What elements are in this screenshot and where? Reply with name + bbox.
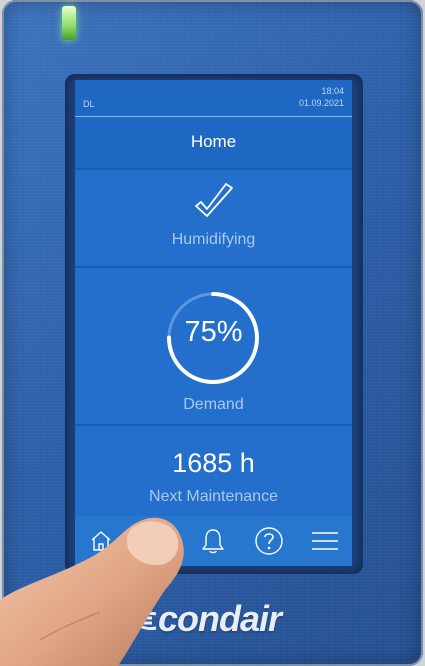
nav-device-button[interactable] [141, 523, 177, 559]
menu-icon [312, 532, 338, 550]
brand-logo: condair [132, 598, 282, 640]
clock-time: 18:04 [321, 86, 344, 96]
help-icon [255, 527, 283, 555]
demand-panel[interactable]: 75% Demand [75, 266, 352, 424]
bottom-nav-bar [75, 516, 352, 566]
status-bar-left-text: DL [83, 99, 95, 109]
operating-status-panel[interactable]: Humidifying [75, 168, 352, 266]
brand-logo-text: condair [158, 598, 282, 639]
demand-value: 75% [184, 316, 243, 348]
logo-swoosh-icon [134, 612, 157, 631]
device-icon [146, 531, 172, 551]
maintenance-hours: 1685 h [172, 448, 255, 478]
maintenance-panel[interactable]: 1685 h Next Maintenance [75, 424, 352, 516]
demand-label: Demand [183, 396, 244, 413]
operating-status-label: Humidifying [171, 231, 256, 248]
nav-menu-button[interactable] [307, 523, 343, 559]
nav-home-button[interactable] [83, 523, 119, 559]
clock-date: 01.09.2021 [298, 98, 344, 108]
maintenance-label: Next Maintenance [149, 488, 278, 505]
bell-icon [202, 529, 224, 554]
nav-help-button[interactable] [251, 523, 287, 559]
touch-screen: DL 18:04 01.09.2021 Home Humidifying 75%… [75, 80, 352, 566]
home-icon [91, 531, 111, 551]
check-icon [195, 183, 233, 217]
status-led [62, 6, 76, 40]
page-title: Home [190, 132, 237, 151]
status-bar: DL 18:04 01.09.2021 [75, 80, 352, 117]
nav-alarms-button[interactable] [195, 523, 231, 559]
controller-housing: DL 18:04 01.09.2021 Home Humidifying 75%… [2, 0, 423, 666]
